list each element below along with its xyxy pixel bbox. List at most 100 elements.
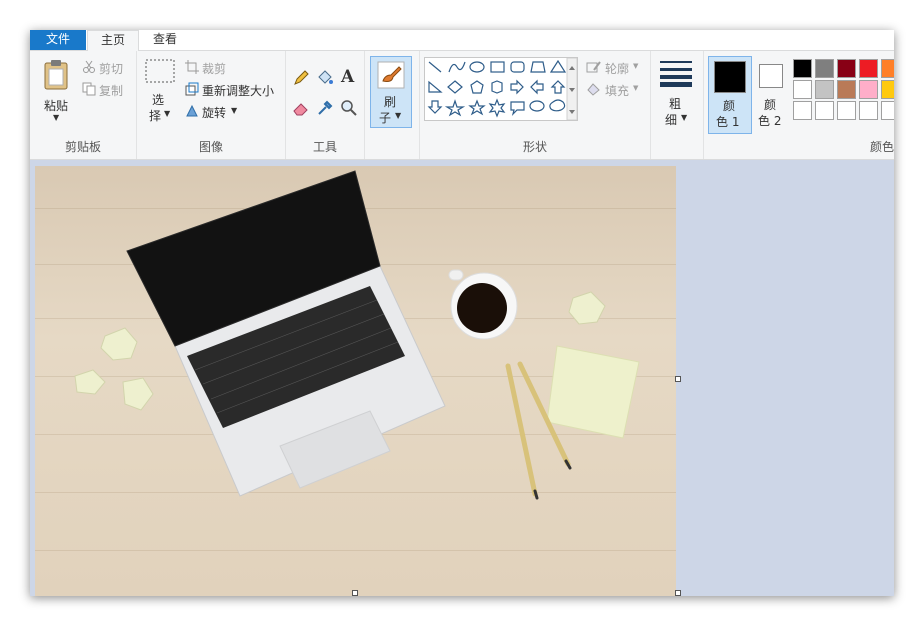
resize-button[interactable]: 重新调整大小 — [202, 82, 274, 99]
palette-color-swatch[interactable] — [793, 80, 812, 99]
color-palette — [793, 59, 894, 123]
tab-view[interactable]: 查看 — [140, 30, 190, 50]
rotate-dropdown-arrow[interactable]: ▼ — [231, 106, 237, 115]
palette-color-swatch[interactable] — [881, 80, 894, 99]
down-arrow-shape-icon — [427, 100, 443, 114]
crop-icon — [185, 60, 199, 74]
outline-button[interactable]: 轮廓 — [605, 60, 629, 77]
four-point-star-shape-icon — [444, 99, 466, 117]
image-group: 选 择 ▼ 裁剪 重新调整大小 旋转 ▼ 图像 — [137, 51, 286, 159]
oval-shape-icon — [469, 61, 485, 73]
palette-color-swatch[interactable] — [837, 101, 856, 120]
brush-group: 刷 子 ▼ — [365, 51, 420, 159]
shapes-gallery[interactable] — [424, 57, 578, 121]
palette-color-swatch[interactable] — [859, 101, 878, 120]
rotate-icon — [186, 104, 198, 117]
eraser-icon[interactable] — [292, 99, 310, 117]
brush-label-2: 子 — [379, 111, 392, 125]
color-picker-icon[interactable] — [316, 99, 334, 117]
five-point-star-shape-icon — [468, 99, 486, 116]
clipboard-group: 粘贴 ▼ 剪切 复制 剪贴板 — [30, 51, 137, 159]
size-button[interactable]: 粗 细 ▼ — [657, 57, 695, 127]
pencil-icon[interactable] — [292, 69, 310, 87]
magnifier-icon[interactable] — [340, 99, 358, 117]
cut-button[interactable]: 剪切 — [99, 60, 123, 77]
color2-swatch — [759, 64, 783, 88]
tools-group-label: 工具 — [312, 140, 337, 154]
select-button[interactable]: 选 择 ▼ — [143, 59, 179, 123]
canvas-resize-handle-bottom[interactable] — [352, 590, 358, 596]
fill-button[interactable]: 填充 — [605, 82, 629, 99]
resize-icon — [185, 82, 199, 96]
copy-button[interactable]: 复制 — [99, 82, 123, 99]
palette-color-swatch[interactable] — [793, 101, 812, 120]
color2-button[interactable]: 颜 色 2 — [754, 56, 794, 132]
fill-icon — [587, 83, 600, 96]
palette-color-swatch[interactable] — [815, 59, 834, 78]
canvas-resize-handle-right[interactable] — [675, 376, 681, 382]
outline-dropdown-arrow[interactable]: ▼ — [633, 62, 638, 70]
brush-label: 刷 — [384, 95, 397, 109]
paste-label: 粘贴 — [44, 99, 69, 113]
palette-color-swatch[interactable] — [793, 59, 812, 78]
select-label-2: 择 — [149, 109, 162, 123]
triangle-shape-icon — [549, 59, 567, 73]
line-width-icon — [660, 61, 692, 87]
color1-swatch — [714, 61, 746, 93]
fill-bucket-icon[interactable] — [316, 69, 334, 87]
tab-home[interactable]: 主页 — [87, 30, 139, 52]
outline-icon — [586, 61, 601, 73]
fill-dropdown-arrow[interactable]: ▼ — [633, 84, 638, 92]
drawing-canvas[interactable] — [35, 166, 676, 596]
palette-color-swatch[interactable] — [815, 101, 834, 120]
brush-button[interactable]: 刷 子 ▼ — [370, 56, 412, 128]
laptop-image — [126, 170, 446, 497]
palette-color-swatch[interactable] — [881, 59, 894, 78]
palette-group: 颜色 — [790, 51, 894, 159]
oval-callout-shape-icon — [529, 100, 545, 112]
copy-icon — [82, 82, 96, 96]
rotate-button[interactable]: 旋转 — [202, 104, 226, 121]
up-arrow-shape-icon — [550, 80, 566, 94]
color1-label-2: 色 1 — [716, 115, 740, 129]
clipboard-icon — [44, 60, 68, 90]
hexagon-shape-icon — [491, 80, 503, 94]
rounded-rectangle-shape-icon — [510, 61, 525, 73]
palette-color-swatch[interactable] — [859, 59, 878, 78]
color1-label: 颜 — [723, 99, 736, 113]
colors-group-label: 颜色 — [869, 140, 894, 154]
ribbon: 粘贴 ▼ 剪切 复制 剪贴板 选 择 ▼ 裁剪 重新调整大小 旋转 ▼ 图像 A… — [30, 51, 894, 160]
shapes-group: 轮廓 ▼ 填充 ▼ 形状 — [420, 51, 651, 159]
desk-photo — [74, 170, 640, 500]
paste-dropdown-arrow[interactable]: ▼ — [53, 113, 59, 122]
size-dropdown-arrow[interactable]: ▼ — [681, 113, 687, 122]
clipboard-group-label: 剪贴板 — [64, 140, 101, 154]
pentagon-shape-icon — [470, 80, 484, 94]
brush-dropdown-arrow[interactable]: ▼ — [395, 111, 401, 120]
image-group-label: 图像 — [198, 140, 223, 154]
six-point-star-shape-icon — [488, 98, 506, 118]
text-tool-icon[interactable]: A — [341, 67, 354, 87]
palette-color-swatch[interactable] — [815, 80, 834, 99]
right-arrow-shape-icon — [510, 79, 524, 95]
size-label-2: 细 — [665, 113, 678, 127]
rectangle-shape-icon — [490, 61, 505, 73]
right-triangle-shape-icon — [428, 80, 443, 93]
select-dropdown-arrow[interactable]: ▼ — [164, 109, 170, 118]
palette-color-swatch[interactable] — [837, 80, 856, 99]
palette-color-swatch[interactable] — [881, 101, 894, 120]
palette-color-swatch[interactable] — [837, 59, 856, 78]
shapes-group-label: 形状 — [522, 140, 547, 154]
line-shape-icon — [428, 61, 442, 73]
canvas-resize-handle-corner[interactable] — [675, 590, 681, 596]
crop-button[interactable]: 裁剪 — [202, 60, 226, 77]
color1-button[interactable]: 颜 色 1 — [708, 56, 752, 134]
tab-file[interactable]: 文件 — [30, 30, 86, 50]
shapes-gallery-icons — [427, 57, 578, 121]
tools-group: A 工具 — [286, 51, 365, 159]
left-arrow-shape-icon — [530, 79, 544, 95]
cloud-callout-shape-icon — [549, 99, 566, 112]
palette-color-swatch[interactable] — [859, 80, 878, 99]
paste-button[interactable]: 粘贴 ▼ — [38, 57, 74, 125]
sticky-note-image — [546, 345, 640, 439]
